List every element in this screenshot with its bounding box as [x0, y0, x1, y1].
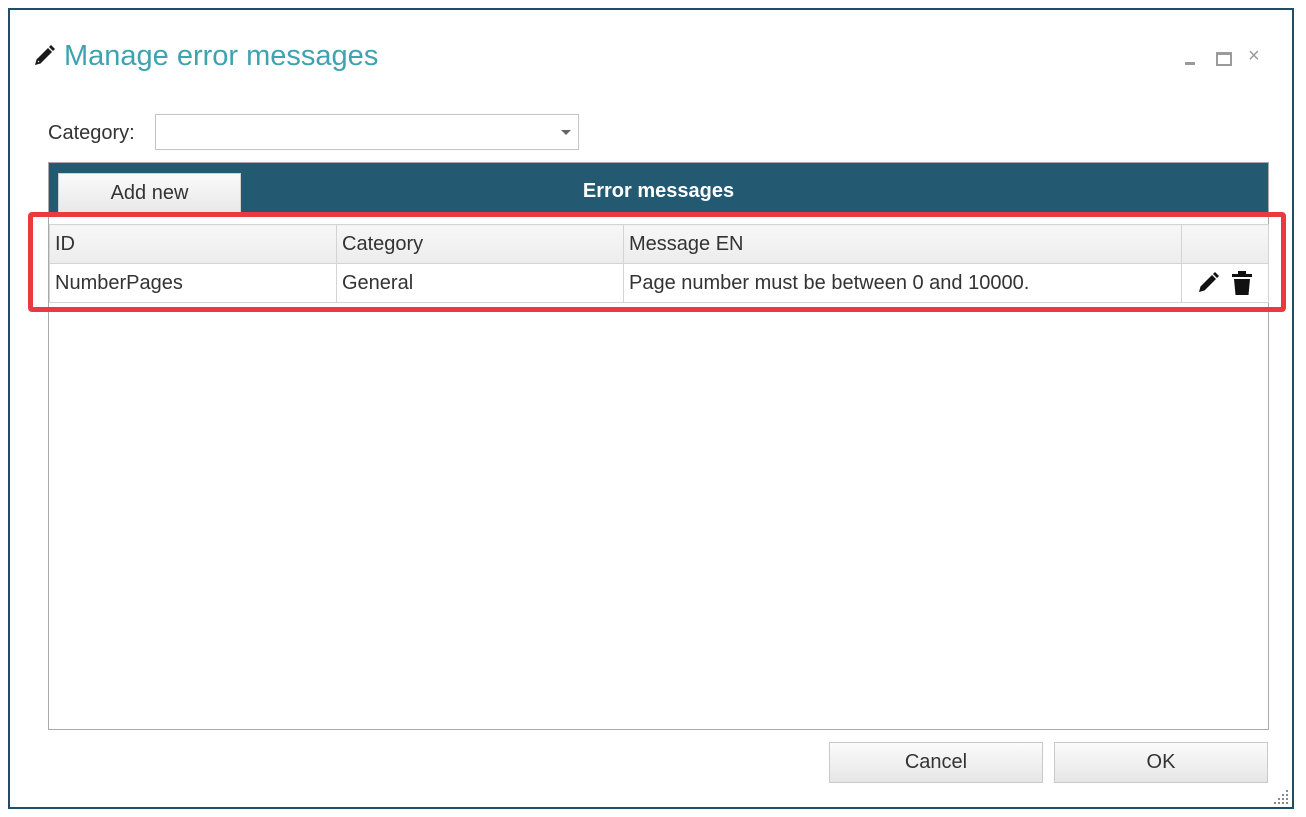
cell-message: Page number must be between 0 and 10000.	[623, 263, 1182, 303]
grid-title: Error messages	[582, 180, 735, 202]
maximize-icon[interactable]	[1216, 46, 1232, 66]
dialog-title: Manage error messages	[64, 40, 379, 72]
column-header-id[interactable]: ID	[49, 224, 337, 264]
pencil-icon[interactable]	[1196, 270, 1220, 296]
error-messages-grid: Add new Error messages ID Category Messa…	[48, 162, 1269, 730]
minimize-icon[interactable]	[1185, 48, 1195, 65]
chevron-down-icon	[561, 130, 571, 135]
column-header-category[interactable]: Category	[336, 224, 624, 264]
cell-actions	[1181, 263, 1269, 303]
cell-category: General	[336, 263, 624, 303]
column-header-message[interactable]: Message EN	[623, 224, 1182, 264]
cancel-button[interactable]: Cancel	[829, 742, 1043, 783]
ok-button[interactable]: OK	[1054, 742, 1268, 783]
column-header-actions	[1181, 224, 1269, 264]
table-row[interactable]: NumberPages General Page number must be …	[49, 263, 1269, 303]
table-header-row: ID Category Message EN	[49, 224, 1269, 264]
category-select[interactable]	[155, 114, 579, 150]
grid-toolbar: Add new Error messages	[49, 163, 1268, 217]
trash-icon[interactable]	[1230, 270, 1254, 296]
cell-id: NumberPages	[49, 263, 337, 303]
category-label: Category:	[48, 122, 135, 144]
error-messages-table: ID Category Message EN NumberPages Gener…	[49, 224, 1269, 303]
manage-error-messages-dialog: Manage error messages × Category: Add ne…	[8, 8, 1294, 809]
resize-grip-icon[interactable]	[1274, 788, 1290, 804]
pencil-icon	[35, 45, 55, 65]
close-icon[interactable]: ×	[1248, 46, 1260, 66]
